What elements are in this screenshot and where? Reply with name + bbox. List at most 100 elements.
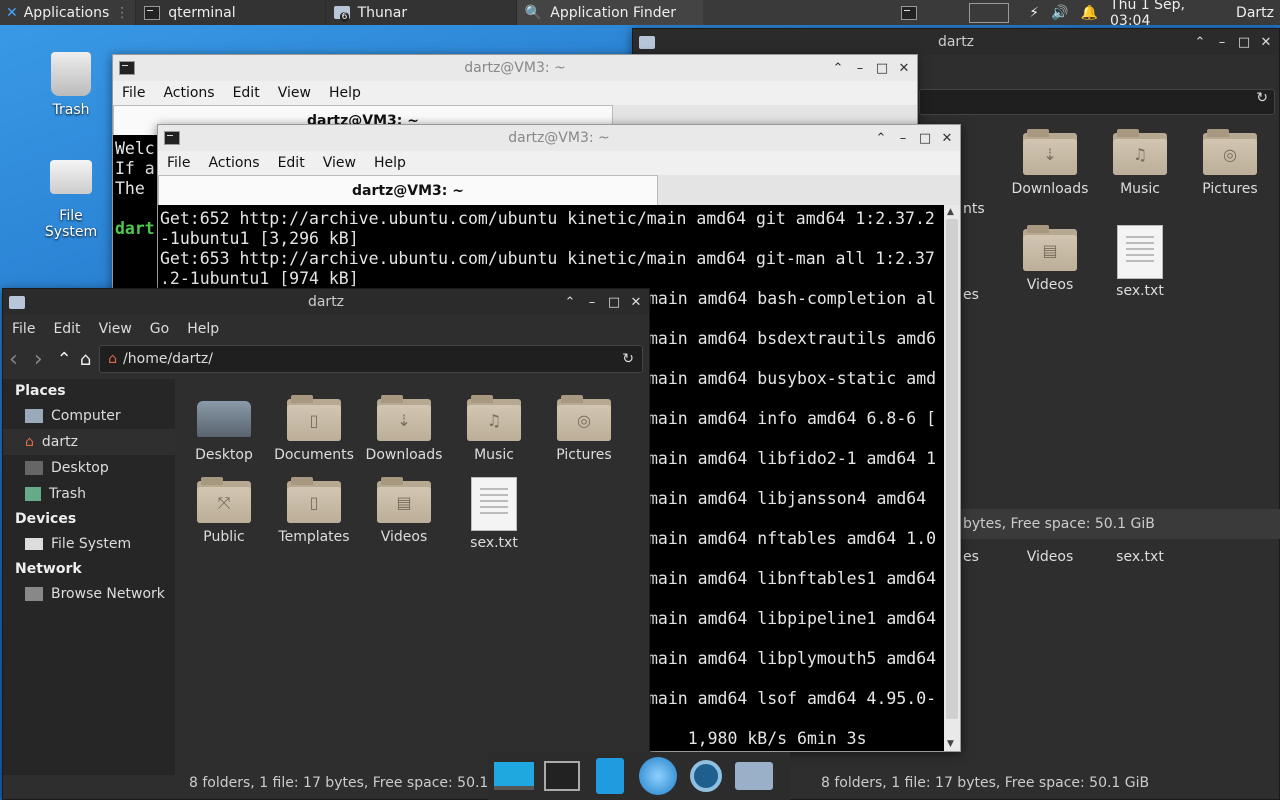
menu-actions[interactable]: Actions bbox=[154, 85, 223, 101]
file-item-templates[interactable]: ▯ Templates bbox=[269, 477, 359, 551]
desktop-icon bbox=[25, 461, 43, 475]
menu-edit[interactable]: Edit bbox=[269, 155, 314, 171]
menu-go[interactable]: Go bbox=[141, 321, 178, 337]
minimize-button[interactable]: – bbox=[1215, 35, 1229, 50]
network-tray-icon[interactable]: ⚡ bbox=[1023, 0, 1045, 25]
forward-icon[interactable]: › bbox=[34, 347, 43, 372]
dock-file-manager[interactable] bbox=[586, 754, 634, 798]
dock-terminal[interactable] bbox=[538, 754, 586, 798]
show-desktop-button[interactable] bbox=[895, 0, 923, 25]
maximize-button[interactable]: □ bbox=[607, 295, 621, 310]
task-thunar[interactable]: 6 Thunar bbox=[324, 0, 516, 25]
minimize-button[interactable]: – bbox=[896, 131, 910, 146]
file-item[interactable]: ♫ Music bbox=[1095, 129, 1185, 217]
folder-icon: 6 bbox=[333, 6, 350, 22]
file-item-music[interactable]: ♫ Music bbox=[449, 395, 539, 463]
desktop-icon-file-system[interactable]: File System bbox=[31, 160, 111, 240]
scrollbar-thumb[interactable] bbox=[946, 219, 958, 719]
file-item-sex-txt[interactable]: sex.txt bbox=[449, 477, 539, 551]
menu-file[interactable]: File bbox=[158, 155, 199, 171]
menu-bar: File Actions Edit View Help bbox=[158, 151, 960, 175]
maximize-button[interactable]: □ bbox=[1237, 35, 1251, 50]
dock-show-desktop[interactable] bbox=[490, 754, 538, 798]
sidebar-item-browse-network[interactable]: Browse Network bbox=[3, 581, 175, 607]
back-icon[interactable]: ‹ bbox=[9, 347, 18, 372]
notification-bell-icon[interactable]: 🔔 bbox=[1075, 0, 1104, 25]
file-item-public[interactable]: ⤧ Public bbox=[179, 477, 269, 551]
sidebar-item-desktop[interactable]: Desktop bbox=[3, 455, 175, 481]
menu-help[interactable]: Help bbox=[320, 85, 370, 101]
file-item[interactable]: nts bbox=[963, 129, 1005, 217]
network-icon bbox=[25, 587, 43, 601]
thunar-window-front[interactable]: dartz ⌃ – □ ✕ File Edit View Go Help ‹ › ⌃ … bbox=[2, 288, 650, 800]
shade-button[interactable]: ⌃ bbox=[831, 61, 845, 76]
close-button[interactable]: ✕ bbox=[940, 131, 954, 146]
file-item[interactable]: ◎ Pictures bbox=[1185, 129, 1275, 217]
shade-button[interactable]: ⌃ bbox=[874, 131, 888, 146]
file-item-pictures[interactable]: ◎ Pictures bbox=[539, 395, 629, 463]
task-application-finder[interactable]: 🔍 Application Finder bbox=[515, 0, 704, 25]
file-item-documents[interactable]: ▯ Documents bbox=[269, 395, 359, 463]
drive-icon bbox=[50, 160, 92, 194]
scrollbar[interactable]: ▲ ▼ bbox=[944, 205, 960, 751]
home-icon[interactable]: ⌂ bbox=[80, 349, 91, 370]
desktop-icon-trash[interactable]: Trash bbox=[31, 52, 111, 118]
menu-file[interactable]: File bbox=[3, 321, 44, 337]
close-button[interactable]: ✕ bbox=[1259, 35, 1273, 50]
path-bar[interactable]: ⌂ /home/dartz/ ↻ bbox=[99, 345, 643, 373]
terminal-tab[interactable]: dartz@VM3: ~ bbox=[158, 175, 658, 205]
path-bar[interactable]: ↻ bbox=[919, 89, 1275, 115]
title-bar[interactable]: dartz ⌃ – □ ✕ bbox=[3, 289, 649, 315]
menu-help[interactable]: Help bbox=[365, 155, 415, 171]
minimize-button[interactable]: – bbox=[853, 61, 867, 76]
clock[interactable]: Thu 1 Sep, 03:04 bbox=[1104, 0, 1230, 29]
title-bar[interactable]: dartz ⌃ – □ ✕ bbox=[633, 29, 1279, 55]
reload-icon[interactable]: ↻ bbox=[622, 351, 634, 367]
file-item[interactable]: sex.txt bbox=[1095, 225, 1185, 303]
shade-button[interactable]: ⌃ bbox=[1193, 35, 1207, 50]
folder-icon bbox=[9, 295, 25, 309]
reload-icon[interactable]: ↻ bbox=[1256, 90, 1268, 106]
file-item-desktop[interactable]: Desktop bbox=[179, 395, 269, 463]
file-item[interactable]: ⇣ Downloads bbox=[1005, 129, 1095, 217]
download-icon: ⇣ bbox=[1043, 145, 1057, 164]
menu-actions[interactable]: Actions bbox=[199, 155, 268, 171]
dock-home-folder[interactable] bbox=[730, 754, 778, 798]
file-item-downloads[interactable]: ⇣ Downloads bbox=[359, 395, 449, 463]
title-bar[interactable]: dartz@VM3: ~ ⌃ – □ ✕ bbox=[158, 125, 960, 151]
file-item-videos[interactable]: ▤ Videos bbox=[359, 477, 449, 551]
applications-menu[interactable]: ✕ Applications ⋮ bbox=[0, 0, 135, 25]
minimize-button[interactable]: – bbox=[585, 295, 599, 310]
workspace-switcher[interactable] bbox=[963, 0, 1015, 25]
sidebar-item-dartz[interactable]: ⌂ dartz bbox=[3, 429, 175, 455]
menu-view[interactable]: View bbox=[314, 155, 365, 171]
sidebar-item-trash[interactable]: Trash bbox=[3, 481, 175, 507]
dock-app-finder[interactable] bbox=[682, 754, 730, 798]
devices-header: Devices bbox=[15, 511, 77, 527]
menu-view[interactable]: View bbox=[90, 321, 141, 337]
dock-web-browser[interactable] bbox=[634, 754, 682, 798]
network-header: Network bbox=[15, 561, 82, 577]
close-button[interactable]: ✕ bbox=[897, 61, 911, 76]
file-item[interactable]: es bbox=[963, 225, 1005, 303]
task-qterminal[interactable]: qterminal bbox=[135, 0, 325, 25]
menu-help[interactable]: Help bbox=[178, 321, 228, 337]
sidebar-item-file-system[interactable]: File System bbox=[3, 531, 175, 557]
file-item[interactable]: ▤ Videos bbox=[1005, 225, 1095, 303]
title-bar[interactable]: dartz@VM3: ~ ⌃ – □ ✕ bbox=[113, 55, 917, 81]
shade-button[interactable]: ⌃ bbox=[563, 295, 577, 310]
maximize-button[interactable]: □ bbox=[875, 61, 889, 76]
menu-file[interactable]: File bbox=[113, 85, 154, 101]
menu-view[interactable]: View bbox=[269, 85, 320, 101]
computer-icon bbox=[25, 409, 43, 423]
sidebar-item-computer[interactable]: Computer bbox=[3, 403, 175, 429]
maximize-button[interactable]: □ bbox=[918, 131, 932, 146]
terminal-icon bbox=[544, 761, 580, 791]
up-icon[interactable]: ⌃ bbox=[57, 349, 72, 370]
workspaces-icon bbox=[969, 2, 1010, 23]
close-button[interactable]: ✕ bbox=[629, 295, 643, 310]
menu-edit[interactable]: Edit bbox=[44, 321, 89, 337]
menu-edit[interactable]: Edit bbox=[224, 85, 269, 101]
user-menu[interactable]: Dartz bbox=[1230, 0, 1280, 25]
volume-icon[interactable]: 🔊 bbox=[1045, 0, 1074, 25]
